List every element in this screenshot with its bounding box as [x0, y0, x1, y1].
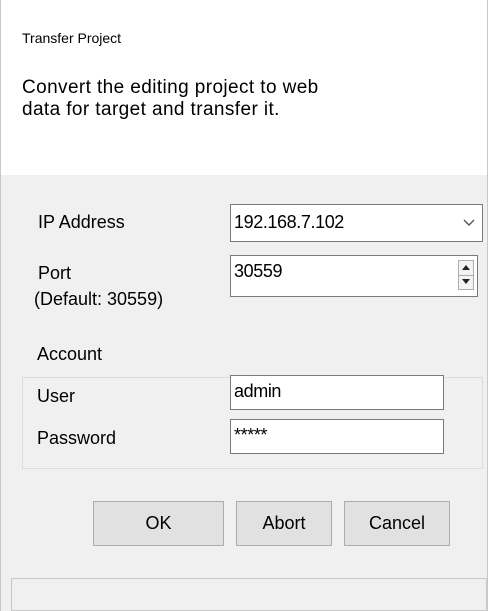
abort-button[interactable]: Abort	[236, 501, 332, 546]
ok-button[interactable]: OK	[93, 501, 224, 546]
dialog-title: Transfer Project	[22, 30, 122, 46]
password-value: *****	[234, 425, 268, 445]
title-bar: Transfer Project	[1, 0, 487, 70]
chevron-down-icon[interactable]	[462, 217, 476, 227]
ip-address-combobox[interactable]: 192.168.7.102	[230, 204, 483, 242]
port-default-note: (Default: 30559)	[34, 289, 164, 309]
dialog-description: Convert the editing project to web data …	[22, 77, 319, 120]
cancel-button[interactable]: Cancel	[344, 501, 450, 546]
port-value: 30559	[234, 261, 283, 281]
user-input[interactable]: admin	[230, 375, 444, 410]
ip-address-value: 192.168.7.102	[234, 212, 344, 232]
port-spin-buttons	[458, 260, 474, 290]
user-label: User	[37, 386, 76, 406]
account-group-label: Account	[34, 343, 106, 365]
password-input[interactable]: *****	[230, 419, 444, 454]
spin-down-icon[interactable]	[459, 275, 473, 289]
transfer-project-dialog: Transfer Project Convert the editing pro…	[0, 0, 488, 611]
spin-up-icon[interactable]	[459, 261, 473, 276]
password-label: Password	[37, 428, 117, 448]
user-value: admin	[234, 381, 282, 401]
port-label: Port	[38, 263, 72, 283]
ip-address-label: IP Address	[38, 212, 125, 232]
status-bar	[11, 578, 487, 611]
port-spinbox[interactable]: 30559	[230, 255, 478, 297]
